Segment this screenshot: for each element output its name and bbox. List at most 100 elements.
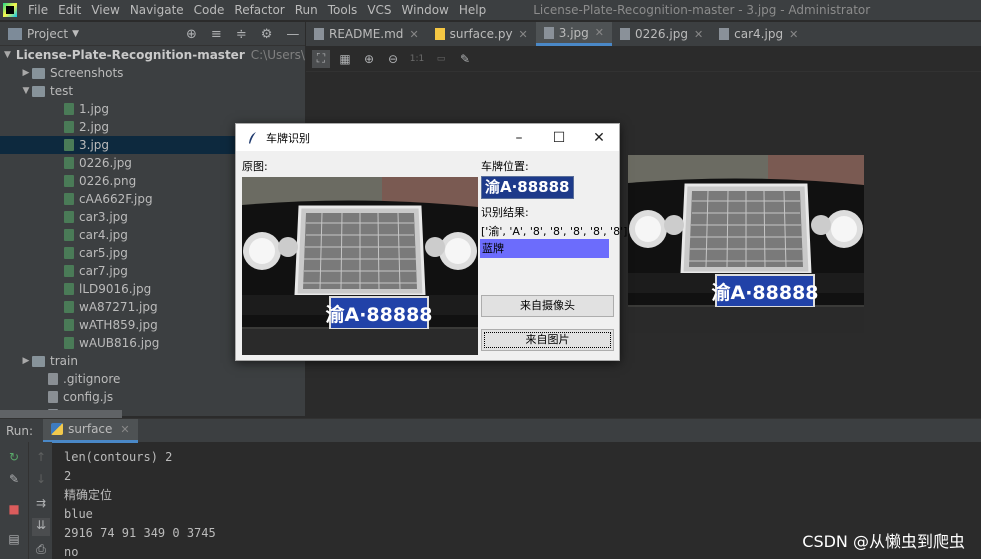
tree-item[interactable]: ▼ test [0,82,305,100]
menu-window[interactable]: Window [397,0,454,20]
soft-wrap-icon[interactable]: ⇉ [34,496,48,510]
fit-to-window-icon[interactable]: ⛶ [312,49,330,68]
close-icon[interactable]: ✕ [409,28,418,41]
maximize-icon[interactable]: ☐ [539,130,579,146]
image-file-icon [64,265,74,277]
print-icon[interactable]: ⎙ [34,542,48,556]
wrench-icon[interactable]: ✎ [7,472,21,486]
run-toolbar-secondary: ↑ ↓ ⇉ ⇊ ⎙ [28,442,52,559]
chevron-down-icon[interactable]: ▼ [20,82,32,100]
original-image-label: 原图: [242,160,268,173]
run-toolbar: ↻ ✎ ■ ▤ [0,442,28,559]
tree-item-label: 0226.png [79,174,137,188]
stop-icon[interactable]: ■ [7,502,21,516]
project-panel-tools: ⊕ ≡ ≑ ⚙ — [186,27,299,42]
plate-color-label: 蓝牌 [480,239,609,258]
run-tab-surface[interactable]: surface ✕ [43,418,138,443]
editor-tab[interactable]: README.md ✕ [306,22,427,46]
dialog-title-bar[interactable]: 车牌识别 – ☐ ✕ [236,124,619,151]
console-line: 2 [64,469,72,483]
menu-run[interactable]: Run [290,0,323,20]
image-file-icon [543,26,554,39]
zoom-out-icon[interactable]: ⊖ [384,50,402,68]
expand-all-icon[interactable]: ≑ [236,27,247,42]
color-picker-icon[interactable]: ✎ [456,50,474,68]
editor-tab[interactable]: car4.jpg ✕ [711,22,806,46]
tree-item-label: car5.jpg [79,246,128,260]
close-icon[interactable]: ✕ [789,28,798,41]
close-icon[interactable]: ✕ [579,130,619,146]
photo-plate-text: 渝A·88888 [711,281,818,304]
menu-vcs[interactable]: VCS [362,0,396,20]
result-value: ['渝', 'A', '8', '8', '8', '8', '8'] [481,225,628,238]
scrollbar-thumb[interactable] [0,410,122,418]
tree-item[interactable]: config.js [0,388,305,406]
scroll-to-end-icon[interactable]: ⇊ [32,518,50,536]
from-camera-button[interactable]: 来自摄像头 [481,295,614,317]
image-file-icon [64,337,74,349]
image-file-icon [64,211,74,223]
menu-view[interactable]: View [86,0,124,20]
tree-item-label: wATH859.jpg [79,318,158,332]
actual-size-button[interactable]: 1:1 [408,50,426,68]
fit-zoom-icon[interactable]: ▭ [432,50,450,68]
project-panel-title: Project [27,26,69,41]
arrow-up-icon[interactable]: ↑ [34,450,48,464]
rerun-icon[interactable]: ↻ [7,450,21,464]
menu-edit[interactable]: Edit [53,0,86,20]
editor-tab[interactable]: surface.py ✕ [427,22,536,46]
tree-item-label: car4.jpg [79,228,128,242]
tree-item[interactable]: ▶ Screenshots [0,64,305,82]
zoom-in-icon[interactable]: ⊕ [360,50,378,68]
close-icon[interactable]: ✕ [519,28,528,41]
tree-item-label: lLD9016.jpg [79,282,152,296]
tree-item[interactable]: 1.jpg [0,100,305,118]
image-file-icon [64,301,74,313]
tk-feather-icon [249,131,256,144]
car-photo-image: 渝A·88888 [628,155,864,333]
image-file-icon [64,229,74,241]
menu-file[interactable]: File [23,0,53,20]
menu-navigate[interactable]: Navigate [125,0,189,20]
image-file-icon [64,193,74,205]
menu-help[interactable]: Help [454,0,491,20]
minimize-icon[interactable]: – [499,130,539,146]
chevron-down-icon[interactable]: ▼ [4,46,11,64]
chevron-right-icon[interactable]: ▶ [20,64,32,82]
grid-icon[interactable]: ▦ [336,50,354,68]
pycharm-logo-icon [3,3,17,17]
run-label: Run: [6,423,34,438]
image-file-icon [64,175,74,187]
chevron-down-icon[interactable]: ▼ [72,29,79,39]
image-file-icon [64,319,74,331]
hide-panel-icon[interactable]: — [286,27,299,42]
menu-refactor[interactable]: Refactor [229,0,289,20]
console-line: 2916 74 91 349 0 3745 [64,526,216,540]
console-line: len(contours) 2 [64,450,173,464]
close-icon[interactable]: ✕ [595,26,604,39]
folder-icon [32,67,45,79]
close-icon[interactable]: ✕ [120,423,129,436]
arrow-down-icon[interactable]: ↓ [34,472,48,486]
tree-item[interactable]: .gitignore [0,370,305,388]
menu-code[interactable]: Code [189,0,230,20]
python-icon [51,423,64,435]
layout-icon[interactable]: ▤ [7,532,21,546]
watermark: CSDN @从懒虫到爬虫 [802,532,965,551]
result-label: 识别结果: [481,206,529,219]
close-icon[interactable]: ✕ [694,28,703,41]
tree-item-label: wAUB816.jpg [79,336,160,350]
chevron-right-icon[interactable]: ▶ [20,352,32,370]
image-viewer-toolbar: ⛶ ▦ ⊕ ⊖ 1:1 ▭ ✎ [306,46,981,72]
editor-tab-label: car4.jpg [734,27,784,41]
gear-icon[interactable]: ⚙ [261,27,273,42]
from-image-button[interactable]: 来自图片 [481,329,614,351]
console-line: blue [64,507,93,521]
editor-tab[interactable]: 3.jpg ✕ [535,22,613,46]
tree-item[interactable]: ▼ License-Plate-Recognition-master C:\User… [0,46,305,64]
tree-item-label: car3.jpg [79,210,128,224]
menu-tools[interactable]: Tools [323,0,363,20]
collapse-all-icon[interactable]: ≡ [211,27,222,42]
editor-tab[interactable]: 0226.jpg ✕ [612,22,711,46]
locate-icon[interactable]: ⊕ [186,27,197,42]
